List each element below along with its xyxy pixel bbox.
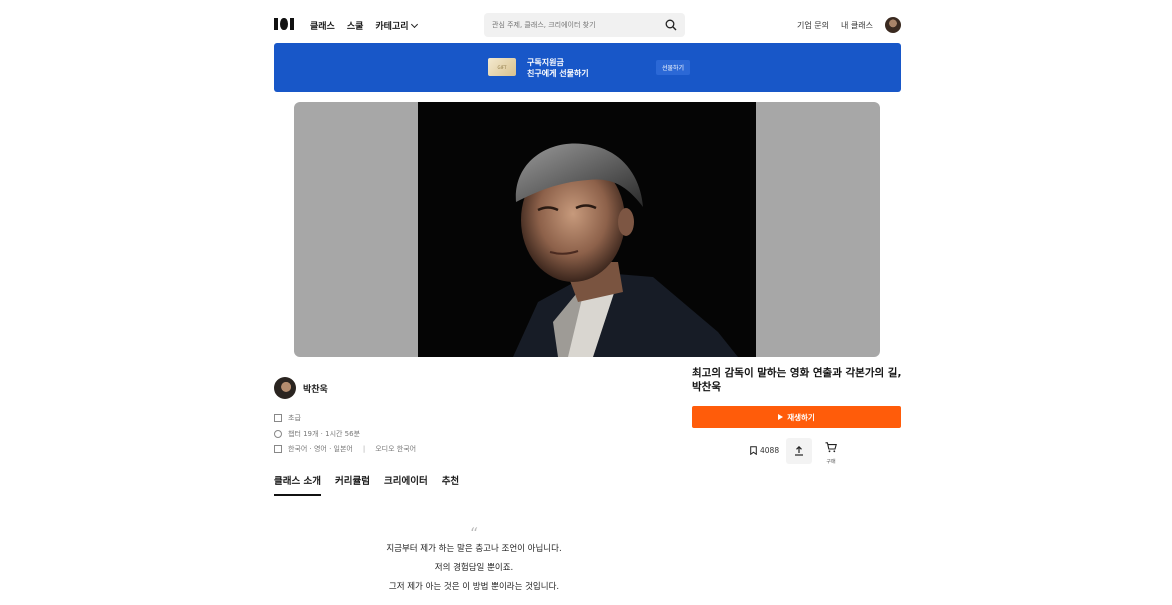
cart-label: 구매 <box>826 459 836 465</box>
instructor-avatar[interactable] <box>274 377 296 399</box>
tab-recommend[interactable]: 추천 <box>442 473 459 496</box>
my-classes-link[interactable]: 내 클래스 <box>841 20 873 31</box>
play-label: 재생하기 <box>787 412 815 422</box>
course-title: 최고의 감독이 말하는 영화 연출과 각본가의 길, 박찬욱 <box>692 367 902 393</box>
quote-icon: “ <box>469 524 479 543</box>
meta-divider: | <box>362 445 366 453</box>
gift-button[interactable]: 선물하기 <box>656 60 691 75</box>
banner-text: 구독지원금 친구에게 선물하기 <box>527 57 589 79</box>
quote-line-2: 저의 경험담일 뿐이죠. <box>434 563 514 573</box>
share-icon <box>795 446 803 456</box>
tab-class-intro[interactable]: 클래스 소개 <box>274 473 322 496</box>
audio-text: 오디오 한국어 <box>375 445 417 453</box>
main-nav: 클래스 스쿨 카테고리 <box>310 12 418 38</box>
top-header: 클래스 스쿨 카테고리 기업 문의 내 클래스 <box>274 12 901 38</box>
play-icon <box>778 414 784 420</box>
gift-card-image: GIFT <box>488 58 516 76</box>
duration-text: 챕터 19개 · 1시간 56분 <box>288 430 361 438</box>
enterprise-inquiry-link[interactable]: 기업 문의 <box>797 20 829 31</box>
class-hero-media[interactable] <box>294 102 880 357</box>
instructor-info[interactable]: 박찬욱 <box>274 377 328 399</box>
meta-level: 초급 <box>274 413 301 423</box>
class101-logo[interactable] <box>274 18 294 30</box>
user-avatar[interactable] <box>885 17 901 33</box>
subtitle-icon <box>274 445 282 453</box>
search-input[interactable] <box>492 13 662 37</box>
cart-icon <box>825 442 837 453</box>
banner-line-2: 친구에게 선물하기 <box>527 69 589 78</box>
play-button[interactable]: 재생하기 <box>692 406 901 428</box>
nav-category-label: 카테고리 <box>375 21 409 32</box>
bookmark-button[interactable]: 4088 <box>750 446 779 455</box>
level-icon <box>274 414 282 422</box>
tab-curriculum[interactable]: 커리큘럼 <box>335 473 370 496</box>
meta-duration: 챕터 19개 · 1시간 56분 <box>274 429 360 439</box>
instructor-name[interactable]: 박찬욱 <box>303 382 328 395</box>
clock-icon <box>274 430 282 438</box>
meta-language: 한국어 · 영어 · 일본어 | 오디오 한국어 <box>274 444 416 454</box>
search-bar <box>484 13 685 37</box>
chevron-down-icon <box>410 20 418 28</box>
bookmark-icon <box>750 446 757 455</box>
banner-line-1: 구독지원금 <box>527 58 564 67</box>
cart-button[interactable]: 구매 <box>824 438 838 465</box>
bookmark-count: 4088 <box>760 446 780 455</box>
nav-classes[interactable]: 클래스 <box>310 19 335 32</box>
instructor-portrait-image <box>418 102 756 357</box>
level-text: 초급 <box>288 414 301 422</box>
nav-category[interactable]: 카테고리 <box>375 19 418 32</box>
content-tabs: 클래스 소개 커리큘럼 크리에이터 추천 <box>274 473 459 496</box>
quote-line-3: 그저 제가 아는 것은 이 방법 뿐이라는 것입니다. <box>388 582 560 592</box>
share-button[interactable] <box>786 438 812 464</box>
subtitles-text: 한국어 · 영어 · 일본어 <box>288 445 353 453</box>
intro-quote: “ 지금부터 제가 하는 말은 충고나 조언이 아닙니다. 저의 경험담일 뿐이… <box>274 524 674 597</box>
quote-line-1: 지금부터 제가 하는 말은 충고나 조언이 아닙니다. <box>386 544 562 554</box>
right-nav: 기업 문의 내 클래스 <box>797 12 873 38</box>
search-icon[interactable] <box>665 19 677 31</box>
promo-banner[interactable]: GIFT 구독지원금 친구에게 선물하기 선물하기 <box>274 43 901 92</box>
tab-creator[interactable]: 크리에이터 <box>384 473 428 496</box>
nav-school[interactable]: 스쿨 <box>347 19 364 32</box>
